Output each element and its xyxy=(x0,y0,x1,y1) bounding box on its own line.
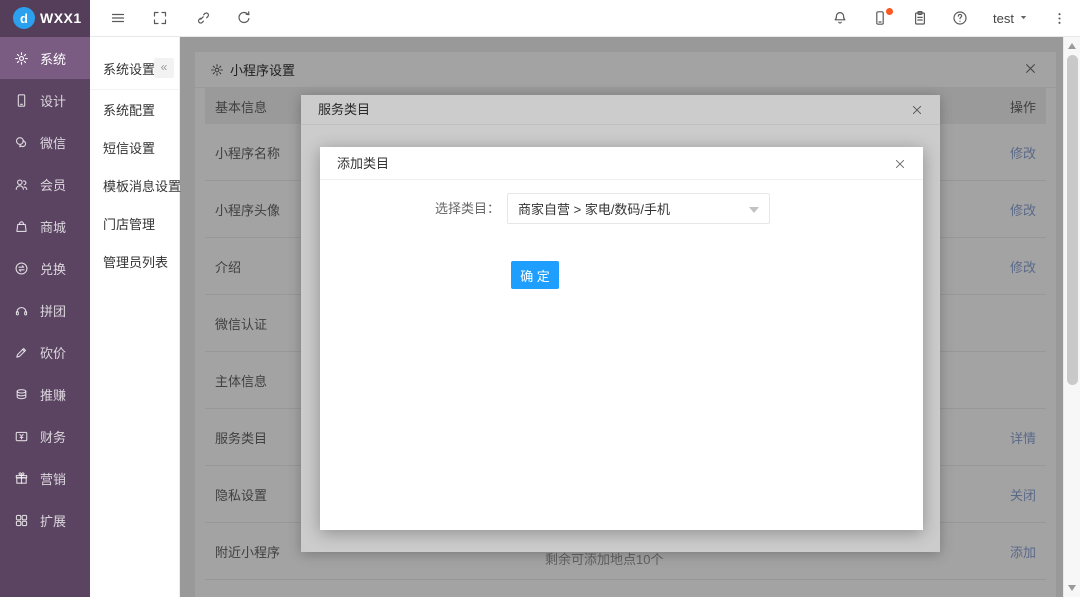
caret-down-icon xyxy=(1018,11,1029,26)
refresh-icon[interactable] xyxy=(223,0,265,36)
sidebar-item-extension[interactable]: 扩展 xyxy=(0,499,90,541)
link-icon[interactable] xyxy=(181,0,223,36)
bargain-icon xyxy=(14,345,29,360)
add-category-modal: 添加类目 选择类目： 商家自营 > 家电/数码/手机 确 定 xyxy=(320,147,923,530)
sidebar-item-wechat[interactable]: 微信 xyxy=(0,121,90,163)
close-icon[interactable] xyxy=(894,157,908,171)
sidebar-item-marketing[interactable]: 营销 xyxy=(0,457,90,499)
confirm-button[interactable]: 确 定 xyxy=(511,261,559,289)
secondary-sidebar-header: 系统设置 « xyxy=(90,37,179,90)
more-options-icon[interactable] xyxy=(1042,0,1076,36)
headset-icon xyxy=(14,303,29,318)
wechat-icon xyxy=(14,135,29,150)
modal-header: 添加类目 xyxy=(320,147,923,180)
scroll-down-arrow[interactable] xyxy=(1068,585,1076,591)
sidebar-collapse-button[interactable]: « xyxy=(154,58,174,78)
sidebar-item-label: 推赚 xyxy=(40,385,66,404)
sidebar-item-label: 营销 xyxy=(40,469,66,488)
top-bar: d WXX1 test xyxy=(0,0,1080,37)
secondary-sidebar: 系统设置 « 系统配置短信设置模板消息设置门店管理管理员列表 xyxy=(90,37,180,597)
fullscreen-icon[interactable] xyxy=(139,0,181,36)
sidebar-item-group-buy[interactable]: 拼团 xyxy=(0,289,90,331)
primary-sidebar: 系统设计微信会员商城兑换拼团砍价推赚财务营销扩展 xyxy=(0,37,90,597)
sidebar-item-mall[interactable]: 商城 xyxy=(0,205,90,247)
sidebar-item-exchange[interactable]: 兑换 xyxy=(0,247,90,289)
users-icon xyxy=(14,177,29,192)
sidebar-item-label: 财务 xyxy=(40,427,66,446)
scrollbar-thumb[interactable] xyxy=(1067,55,1078,385)
sidebar-item-design[interactable]: 设计 xyxy=(0,79,90,121)
submenu-item-template-message-settings[interactable]: 模板消息设置 xyxy=(90,166,179,204)
exchange-icon xyxy=(14,261,29,276)
user-menu[interactable]: test xyxy=(980,0,1042,36)
sidebar-item-system[interactable]: 系统 xyxy=(0,37,90,79)
logo-text: WXX1 xyxy=(40,10,82,26)
sidebar-item-label: 商城 xyxy=(40,217,66,236)
submenu-item-sms-settings[interactable]: 短信设置 xyxy=(90,128,179,166)
notification-bell-icon[interactable] xyxy=(820,0,860,36)
sidebar-item-label: 会员 xyxy=(40,175,66,194)
clipboard-icon[interactable] xyxy=(900,0,940,36)
mobile-icon xyxy=(14,93,29,108)
sidebar-item-commission[interactable]: 推赚 xyxy=(0,373,90,415)
modal-title: 添加类目 xyxy=(337,147,389,180)
sidebar-item-label: 扩展 xyxy=(40,511,66,530)
sidebar-item-finance[interactable]: 财务 xyxy=(0,415,90,457)
grid-icon xyxy=(14,513,29,528)
secondary-sidebar-title: 系统设置 xyxy=(103,59,155,78)
sidebar-item-label: 拼团 xyxy=(40,301,66,320)
sidebar-item-members[interactable]: 会员 xyxy=(0,163,90,205)
select-category-label: 选择类目： xyxy=(360,193,500,224)
finance-icon xyxy=(14,429,29,444)
menu-toggle-icon[interactable] xyxy=(97,0,139,36)
scroll-up-arrow[interactable] xyxy=(1068,43,1076,49)
sidebar-item-label: 系统 xyxy=(40,49,66,68)
sidebar-item-bargain[interactable]: 砍价 xyxy=(0,331,90,373)
category-select-value: 商家自营 > 家电/数码/手机 xyxy=(518,199,670,218)
sidebar-item-label: 兑换 xyxy=(40,259,66,278)
gift-icon xyxy=(14,471,29,486)
shop-icon xyxy=(14,219,29,234)
mobile-preview-icon[interactable] xyxy=(860,0,900,36)
app-window: d WXX1 test 系统设计微信会员商城兑换拼团砍价推赚财务营销扩展 系统设… xyxy=(0,0,1080,597)
submenu-item-store-management[interactable]: 门店管理 xyxy=(90,204,179,242)
logo-icon: d xyxy=(13,7,35,29)
user-menu-label: test xyxy=(993,11,1014,26)
logo[interactable]: d WXX1 xyxy=(0,0,90,37)
notification-badge xyxy=(886,8,893,15)
sidebar-item-label: 设计 xyxy=(40,91,66,110)
vertical-scrollbar[interactable] xyxy=(1063,37,1080,597)
submenu-item-system-config[interactable]: 系统配置 xyxy=(90,90,179,128)
chevron-down-icon xyxy=(749,207,759,213)
sidebar-item-label: 砍价 xyxy=(40,343,66,362)
submenu-item-admin-list[interactable]: 管理员列表 xyxy=(90,242,179,280)
coins-icon xyxy=(14,387,29,402)
sidebar-item-label: 微信 xyxy=(40,133,66,152)
category-select[interactable]: 商家自营 > 家电/数码/手机 xyxy=(507,193,770,224)
help-icon[interactable] xyxy=(940,0,980,36)
gear-icon xyxy=(14,51,29,66)
